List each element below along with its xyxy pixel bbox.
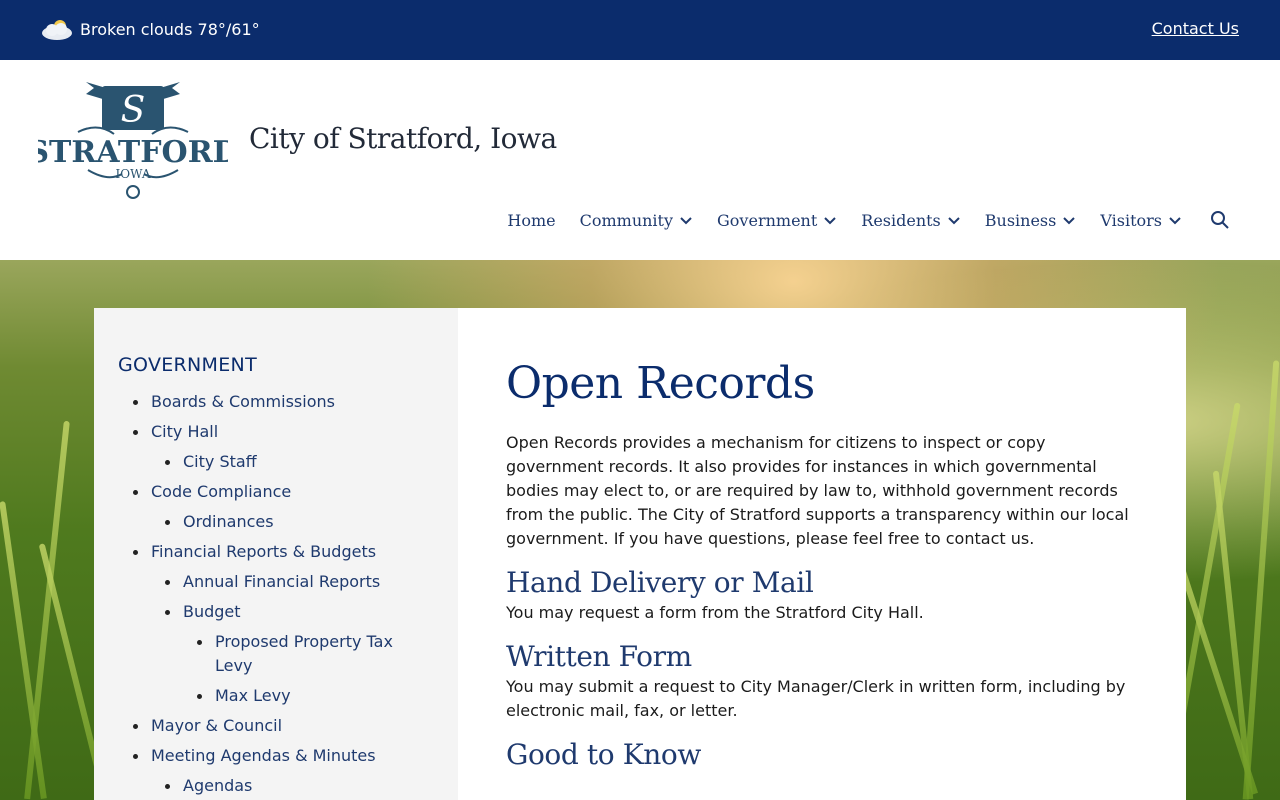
chevron-down-icon — [824, 217, 836, 225]
nav-item-community[interactable]: Community — [580, 211, 693, 230]
sidebar-item-max-levy[interactable]: Max Levy — [118, 684, 434, 708]
sidebar-item-financial-reports[interactable]: Financial Reports & Budgets — [118, 540, 434, 564]
chevron-down-icon — [1169, 217, 1181, 225]
search-icon[interactable] — [1210, 210, 1230, 230]
nav-item-residents[interactable]: Residents — [861, 211, 961, 230]
sidebar-item-agendas[interactable]: Agendas — [118, 774, 434, 798]
page-title: Open Records — [506, 358, 815, 409]
nav-item-home[interactable]: Home — [507, 211, 555, 230]
sidebar-list: Boards & Commissions City Hall City Staf… — [118, 390, 434, 798]
section-heading-good-to-know: Good to Know — [506, 738, 701, 771]
section-heading-written-form: Written Form — [506, 640, 692, 673]
top-bar: Broken clouds 78°/61° Contact Us — [0, 0, 1280, 60]
sidebar-title: GOVERNMENT — [118, 354, 257, 376]
weather-widget: Broken clouds 78°/61° — [40, 16, 260, 42]
nav-item-business[interactable]: Business — [985, 211, 1077, 230]
sidebar-item-city-hall[interactable]: City Hall — [118, 420, 434, 444]
sidebar-item-annual-financial-reports[interactable]: Annual Financial Reports — [118, 570, 434, 594]
sidebar-item-meeting-agendas-minutes[interactable]: Meeting Agendas & Minutes — [118, 744, 434, 768]
sidebar-item-mayor-council[interactable]: Mayor & Council — [118, 714, 434, 738]
sidebar-item-code-compliance[interactable]: Code Compliance — [118, 480, 434, 504]
chevron-down-icon — [948, 217, 960, 225]
section-text-hand-delivery: You may request a form from the Stratfor… — [506, 603, 924, 622]
sidebar-item-boards-commissions[interactable]: Boards & Commissions — [118, 390, 434, 414]
main-content: Open Records Open Records provides a mec… — [458, 308, 1186, 800]
site-title[interactable]: City of Stratford, Iowa — [249, 122, 557, 155]
sidebar: GOVERNMENT Boards & Commissions City Hal… — [94, 308, 458, 800]
section-heading-hand-delivery: Hand Delivery or Mail — [506, 566, 814, 599]
sidebar-item-budget[interactable]: Budget — [118, 600, 434, 624]
main-nav: Home Community Government Residents Busi… — [507, 208, 1230, 232]
nav-item-visitors[interactable]: Visitors — [1100, 211, 1182, 230]
city-logo[interactable]: S STRATFORD IOWA — [27, 78, 239, 202]
sidebar-item-proposed-property-tax-levy[interactable]: Proposed Property Tax Levy — [118, 630, 434, 678]
sidebar-item-city-staff[interactable]: City Staff — [118, 450, 434, 474]
svg-text:STRATFORD: STRATFORD — [38, 135, 228, 170]
site-header: S STRATFORD IOWA City of Stratford, Iowa… — [0, 60, 1280, 260]
svg-text:IOWA: IOWA — [116, 167, 151, 181]
section-text-written-form: You may submit a request to City Manager… — [506, 677, 1126, 720]
weather-text: Broken clouds 78°/61° — [80, 19, 260, 39]
svg-text:S: S — [121, 90, 146, 131]
contact-us-link[interactable]: Contact Us — [1152, 19, 1239, 38]
nav-item-government[interactable]: Government — [717, 211, 837, 230]
chevron-down-icon — [1063, 217, 1076, 225]
cloud-sun-icon — [40, 17, 74, 41]
intro-paragraph: Open Records provides a mechanism for ci… — [506, 433, 1129, 548]
chevron-down-icon — [680, 217, 692, 225]
sidebar-item-ordinances[interactable]: Ordinances — [118, 510, 434, 534]
